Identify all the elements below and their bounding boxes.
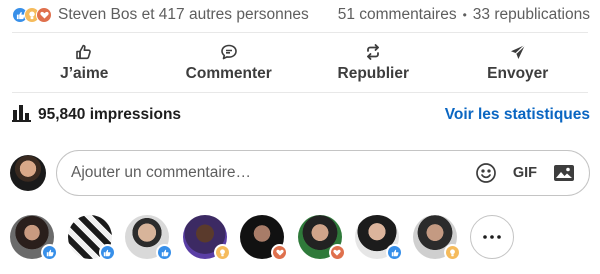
current-user-avatar[interactable] (10, 155, 46, 191)
divider-top (12, 32, 588, 33)
more-reactors-button[interactable] (470, 215, 514, 259)
repost-button-label: Republier (337, 64, 409, 82)
love-reaction-icon (36, 7, 52, 23)
like-button-label: J’aime (60, 64, 109, 82)
reactions-summary[interactable]: Steven Bos et 417 autres personnes (58, 6, 309, 24)
send-icon (509, 42, 527, 62)
post-actions: J’aime Commenter Republier Envoyer (12, 38, 590, 86)
like-badge-icon (41, 244, 58, 261)
reactor-avatar[interactable] (297, 215, 346, 261)
impressions-count: 95,840 impressions (38, 106, 182, 123)
comments-count[interactable]: 51 commentaires (338, 6, 457, 24)
gif-button[interactable]: GIF (513, 165, 537, 181)
like-badge-icon (98, 244, 116, 261)
reactor-avatar[interactable] (412, 215, 461, 261)
view-stats-link[interactable]: Voir les statistiques (445, 106, 590, 124)
like-button[interactable]: J’aime (12, 38, 157, 86)
image-icon[interactable] (553, 163, 575, 183)
reactor-avatar[interactable] (240, 215, 288, 261)
separator-dot: • (462, 8, 467, 22)
divider-middle (12, 92, 588, 93)
engagement-counts: 51 commentaires • 33 republications (338, 6, 590, 24)
bar-chart-icon (12, 104, 32, 127)
reactor-avatar[interactable] (10, 215, 58, 261)
send-button[interactable]: Envoyer (446, 38, 591, 86)
reactor-avatar[interactable] (67, 215, 116, 261)
smiley-icon[interactable] (475, 162, 497, 184)
reaction-icons[interactable] (12, 7, 52, 23)
send-button-label: Envoyer (487, 64, 549, 82)
like-badge-icon (156, 244, 173, 261)
impressions-row: 95,840 impressions Voir les statistiques (12, 102, 590, 128)
repost-button[interactable]: Republier (301, 38, 446, 86)
insightful-badge-icon (443, 244, 461, 261)
like-badge-icon (386, 244, 403, 261)
comment-placeholder: Ajouter un commentaire… (71, 164, 252, 181)
love-badge-icon (328, 244, 346, 261)
more-icon (483, 235, 501, 239)
love-badge-icon (271, 244, 288, 261)
reposts-count[interactable]: 33 republications (473, 6, 590, 24)
reactor-avatar[interactable] (125, 215, 173, 261)
reactor-avatar[interactable] (355, 215, 403, 261)
repost-icon (364, 42, 382, 62)
insightful-badge-icon (213, 244, 231, 261)
comment-button[interactable]: Commenter (157, 38, 302, 86)
comment-button-label: Commenter (185, 64, 272, 82)
comment-input[interactable]: Ajouter un commentaire… GIF (56, 150, 590, 196)
comment-icon (220, 42, 238, 62)
thumbs-up-icon (75, 42, 93, 62)
reactors-row (10, 214, 590, 261)
comment-composer: Ajouter un commentaire… GIF (10, 150, 590, 196)
reactor-avatar[interactable] (182, 215, 231, 261)
social-counts-bar: Steven Bos et 417 autres personnes 51 co… (12, 4, 590, 26)
